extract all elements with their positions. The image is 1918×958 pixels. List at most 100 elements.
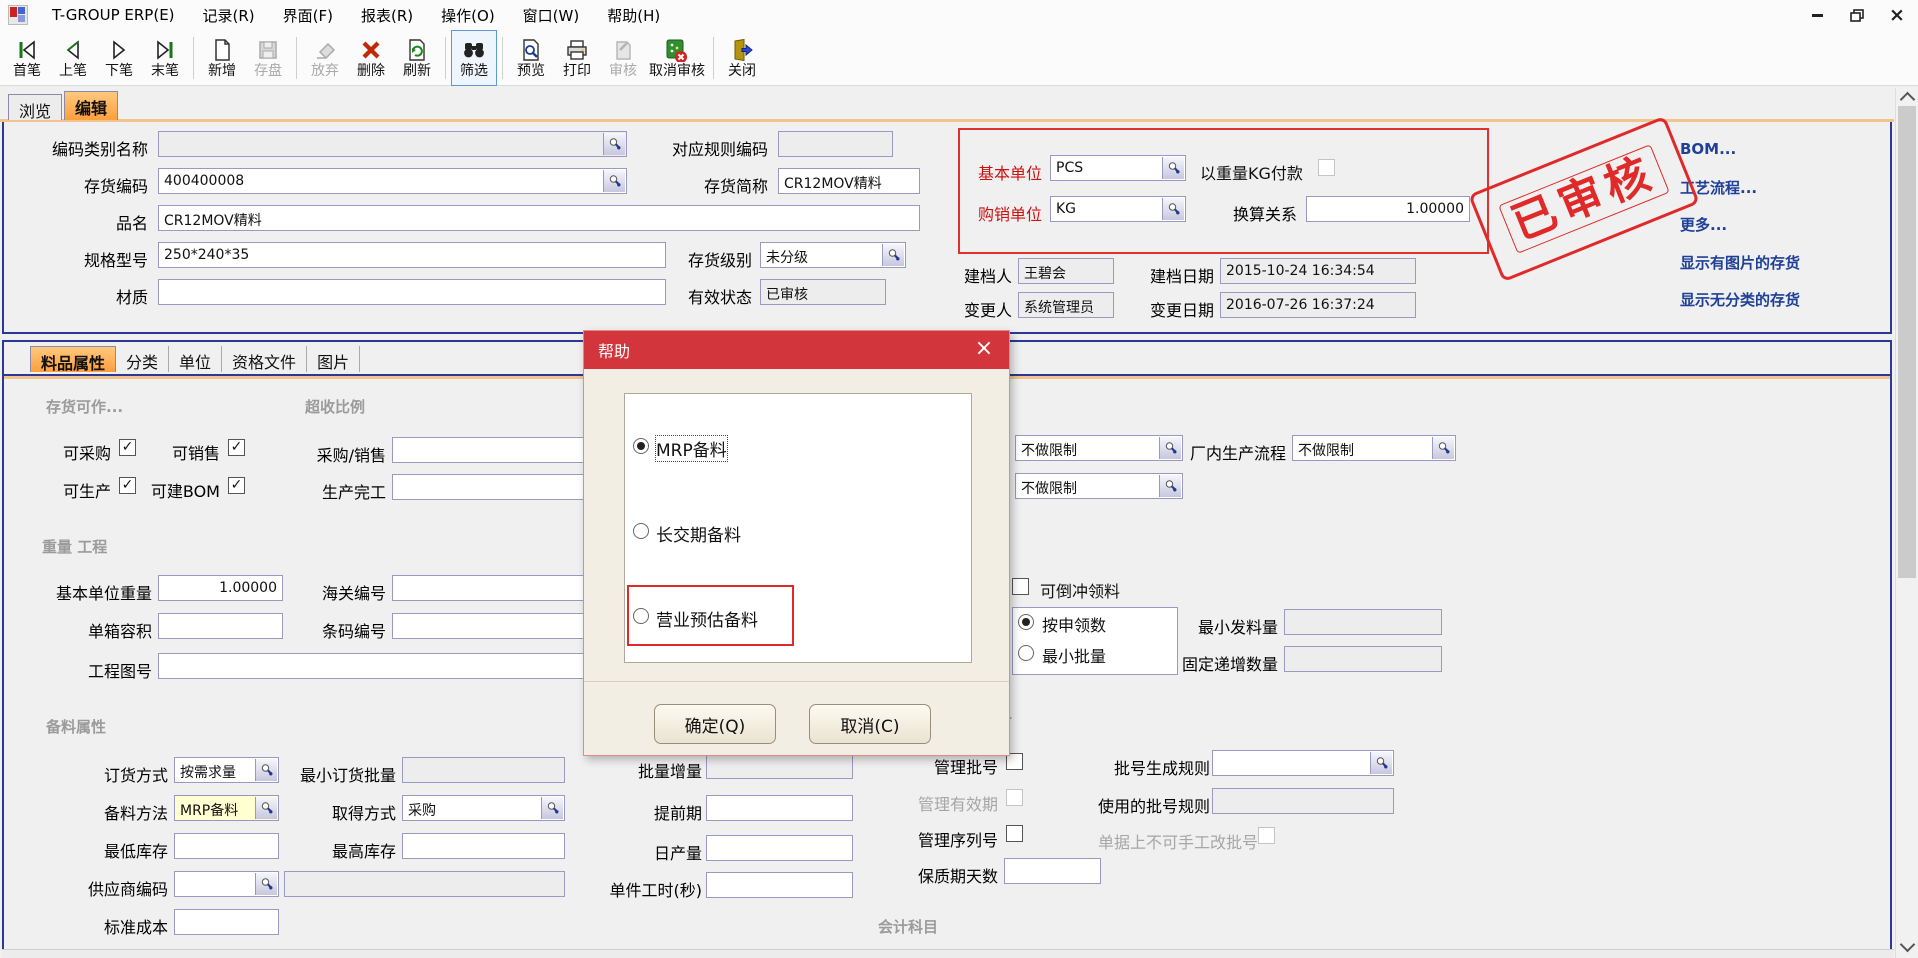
menu-tgroup-erp[interactable]: T-GROUP ERP(E)	[38, 2, 189, 28]
link-show-unclassified[interactable]: 显示无分类的存货	[1680, 289, 1800, 310]
menu-report[interactable]: 报表(R)	[347, 1, 427, 30]
sellable-checkbox[interactable]	[228, 439, 245, 456]
new-button[interactable]: 新增	[199, 30, 245, 86]
last-record-button[interactable]: 末笔	[142, 30, 188, 86]
option-long-lead-radio[interactable]	[633, 523, 649, 539]
limit1-field[interactable]: 不做限制	[1015, 435, 1183, 461]
minimize-button[interactable]	[1806, 5, 1828, 25]
dialog-footer: 确定(Q) 取消(C)	[584, 681, 1009, 755]
link-more[interactable]: 更多...	[1680, 214, 1727, 235]
lookup-icon[interactable]	[541, 797, 563, 819]
option-mrp-label[interactable]: MRP备料	[656, 436, 727, 461]
batch-rule-field[interactable]	[1212, 750, 1394, 776]
limit2-field[interactable]: 不做限制	[1015, 473, 1183, 499]
order-mode-field[interactable]: 按需求量	[174, 757, 279, 783]
dialog-title-bar[interactable]: 帮助 ×	[584, 331, 1009, 369]
next-record-button[interactable]: 下笔	[96, 30, 142, 86]
base-weight-field[interactable]: 1.00000	[158, 575, 283, 601]
purchase-sale-ratio-field[interactable]	[392, 437, 592, 463]
lookup-icon[interactable]	[255, 759, 277, 781]
option-mrp-radio[interactable]	[633, 438, 649, 454]
restore-button[interactable]	[1846, 5, 1868, 25]
link-show-with-image[interactable]: 显示有图片的存货	[1680, 252, 1800, 273]
supplier-code-field[interactable]	[174, 871, 279, 897]
lead-time-field[interactable]	[706, 795, 853, 821]
delete-x-icon	[360, 37, 382, 63]
no-manual-batch-checkbox	[1258, 827, 1275, 844]
refresh-button[interactable]: 刷新	[394, 30, 440, 86]
min-stock-field[interactable]	[174, 833, 279, 859]
lookup-icon[interactable]	[1159, 437, 1181, 459]
lookup-icon[interactable]	[603, 133, 625, 155]
by-request-radio[interactable]	[1018, 614, 1034, 630]
close-form-button[interactable]: 关闭	[719, 30, 765, 86]
scroll-down-icon[interactable]	[1900, 937, 1916, 953]
barcode-field[interactable]	[392, 613, 592, 639]
order-mode-label: 订货方式	[100, 762, 168, 786]
lookup-icon[interactable]	[1159, 475, 1181, 497]
acquire-mode-field[interactable]: 采购	[402, 795, 565, 821]
material-field[interactable]	[158, 279, 666, 305]
print-button[interactable]: 打印	[554, 30, 600, 86]
lookup-icon[interactable]	[1370, 752, 1392, 774]
factory-flow-field[interactable]: 不做限制	[1292, 435, 1456, 461]
tab-classification[interactable]: 分类	[116, 346, 169, 372]
preview-button[interactable]: 预览	[508, 30, 554, 86]
lookup-icon[interactable]	[603, 170, 625, 192]
inv-short-field[interactable]: CR12MOV精料	[778, 168, 920, 194]
inv-short-label: 存货简称	[640, 173, 768, 197]
filter-button[interactable]: 筛选	[451, 30, 497, 86]
tab-browse[interactable]: 浏览	[8, 94, 62, 120]
purchasable-checkbox[interactable]	[119, 439, 136, 456]
dialog-option-list: MRP备料 长交期备料 营业预估备料	[624, 393, 972, 663]
shelf-life-field[interactable]	[1004, 858, 1101, 884]
menu-interface[interactable]: 界面(F)	[269, 1, 347, 30]
delete-button[interactable]: 删除	[348, 30, 394, 86]
tab-item-attributes[interactable]: 料品属性	[30, 346, 116, 372]
prod-finish-ratio-field[interactable]	[392, 474, 592, 500]
min-batch-radio[interactable]	[1018, 645, 1034, 661]
customs-field[interactable]	[392, 575, 592, 601]
std-cost-field[interactable]	[174, 909, 279, 935]
menu-window[interactable]: 窗口(W)	[509, 1, 594, 30]
name-field[interactable]: CR12MOV精料	[158, 205, 920, 231]
code-class-field[interactable]	[158, 131, 627, 157]
menu-operation[interactable]: 操作(O)	[427, 1, 509, 30]
bomable-checkbox[interactable]	[228, 477, 245, 494]
manage-serial-checkbox[interactable]	[1006, 825, 1023, 842]
close-button[interactable]: ×	[1886, 5, 1908, 25]
link-bom[interactable]: BOM...	[1680, 140, 1736, 158]
backflush-checkbox[interactable]	[1012, 578, 1029, 595]
barcode-label: 条码编号	[318, 618, 386, 642]
scroll-up-icon[interactable]	[1900, 92, 1916, 108]
producible-checkbox[interactable]	[119, 477, 136, 494]
ok-button[interactable]: 确定(Q)	[654, 704, 776, 744]
lookup-icon[interactable]	[1432, 437, 1454, 459]
max-stock-field[interactable]	[402, 833, 565, 859]
dialog-close-icon[interactable]: ×	[971, 336, 997, 362]
tab-images[interactable]: 图片	[307, 346, 360, 372]
vertical-scrollbar[interactable]	[1895, 88, 1918, 958]
lookup-icon[interactable]	[882, 244, 904, 266]
box-volume-field[interactable]	[158, 613, 283, 639]
spec-field[interactable]: 250*240*35	[158, 242, 666, 268]
tab-edit[interactable]: 编辑	[64, 91, 118, 120]
option-long-lead-label[interactable]: 长交期备料	[656, 521, 741, 546]
cancel-audit-button[interactable]: 取消审核	[646, 30, 708, 86]
level-field[interactable]: 未分级	[760, 242, 906, 268]
scrollbar-thumb[interactable]	[1898, 106, 1916, 578]
prep-method-field[interactable]: MRP备料	[174, 795, 279, 821]
inv-code-field[interactable]: 400400008	[158, 168, 627, 194]
cancel-button[interactable]: 取消(C)	[809, 704, 931, 744]
drawing-number-field[interactable]	[158, 653, 592, 679]
unit-hours-field[interactable]	[706, 872, 853, 898]
lookup-icon[interactable]	[255, 797, 277, 819]
prev-record-button[interactable]: 上笔	[50, 30, 96, 86]
lookup-icon[interactable]	[255, 873, 277, 895]
daily-output-field[interactable]	[706, 835, 853, 861]
menu-record[interactable]: 记录(R)	[189, 1, 269, 30]
first-record-button[interactable]: 首笔	[4, 30, 50, 86]
menu-help[interactable]: 帮助(H)	[593, 1, 674, 30]
tab-qualification-files[interactable]: 资格文件	[222, 346, 307, 372]
tab-units[interactable]: 单位	[169, 346, 222, 372]
